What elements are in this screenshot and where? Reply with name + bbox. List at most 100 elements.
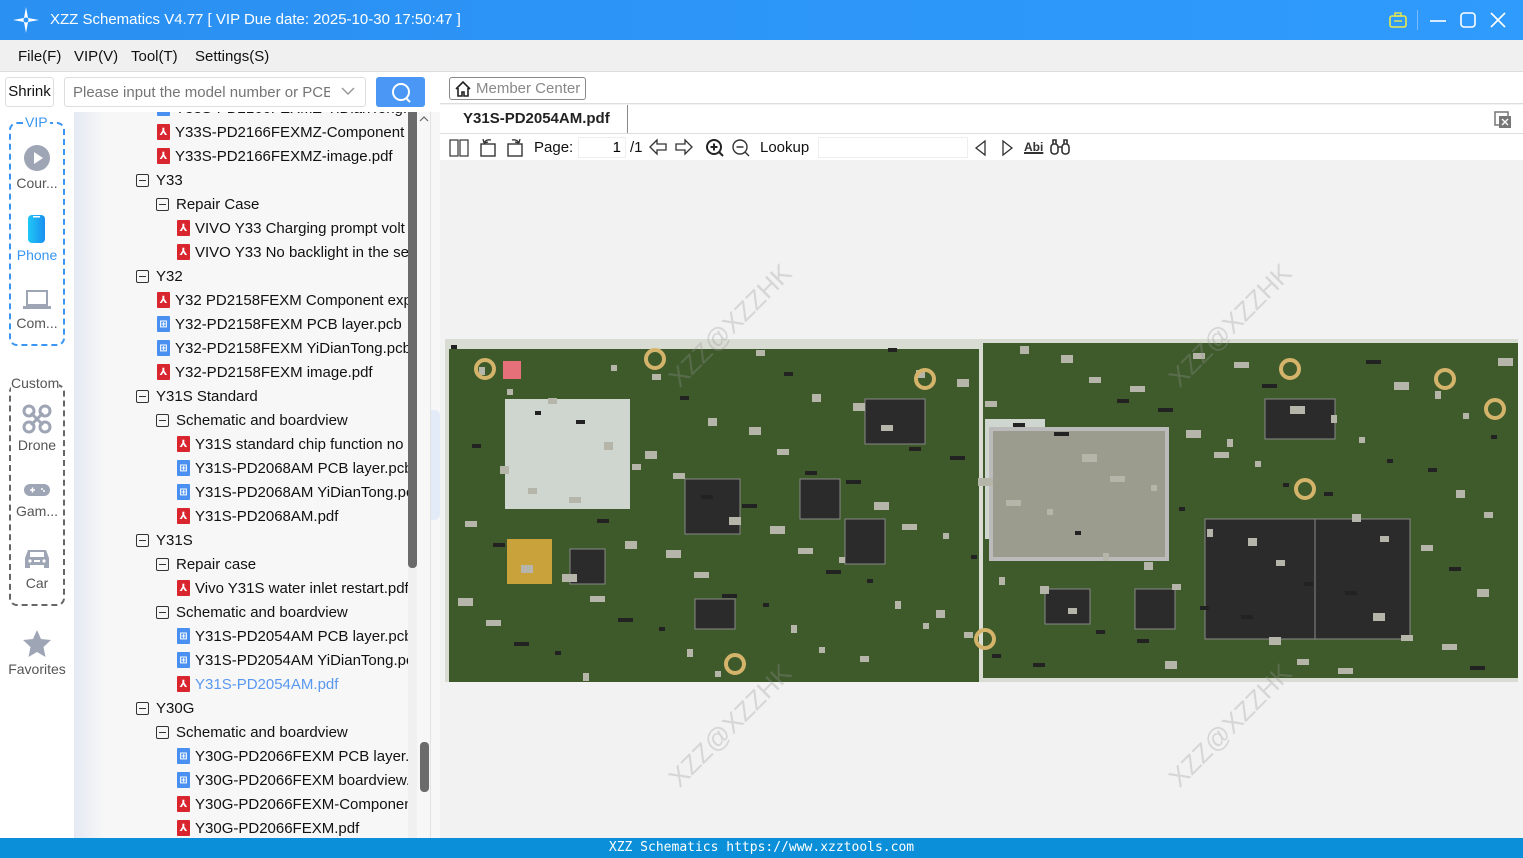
- scroll-up-icon[interactable]: [418, 114, 430, 124]
- tree-folder[interactable]: Y31S Standard: [136, 384, 408, 408]
- previous-page-icon[interactable]: [648, 138, 668, 156]
- collapse-icon[interactable]: [156, 605, 169, 619]
- zoom-out-icon[interactable]: [731, 138, 751, 158]
- find-previous-icon[interactable]: [973, 139, 989, 157]
- tree-folder[interactable]: Y33: [136, 168, 408, 192]
- zoom-in-icon[interactable]: [705, 138, 725, 158]
- close-tab-icon[interactable]: [1493, 110, 1513, 130]
- menu-tool[interactable]: Tool(T): [131, 48, 178, 65]
- tree-file[interactable]: ⅄ VIVO Y33 No backlight in the se: [177, 240, 408, 264]
- sidebar-item-games[interactable]: Gam...: [0, 480, 74, 519]
- member-center-button[interactable]: Member Center: [449, 77, 587, 100]
- maximize-button[interactable]: [1456, 8, 1480, 32]
- model-search-combobox[interactable]: [64, 77, 366, 107]
- find-next-icon[interactable]: [999, 139, 1015, 157]
- pdf-file-icon: ⅄: [177, 220, 190, 236]
- collapse-handle[interactable]: [431, 410, 440, 520]
- tree-folder[interactable]: Repair case: [156, 552, 408, 576]
- tree-file[interactable]: ⅄ Y31S-PD2054AM.pdf: [177, 672, 408, 696]
- tree-file[interactable]: ⊞ Y33S-PD2166FEXMZ-YiDianTong.p: [157, 112, 408, 120]
- tree-folder[interactable]: Schematic and boardview: [156, 600, 408, 624]
- sidebar-item-label: Car: [25, 575, 49, 591]
- tree-item-label: Y31S standard chip function no: [195, 435, 404, 453]
- collapse-icon[interactable]: [136, 269, 149, 283]
- vip-briefcase-button[interactable]: [1386, 8, 1410, 32]
- tree-file[interactable]: ⅄ Y31S-PD2068AM.pdf: [177, 504, 408, 528]
- search-input[interactable]: [65, 78, 330, 106]
- menu-vip[interactable]: VIP(V): [74, 48, 118, 65]
- tab-document[interactable]: Y31S-PD2054AM.pdf: [450, 105, 628, 133]
- rotate-left-icon[interactable]: [478, 137, 498, 157]
- tree-file[interactable]: ⅄ Y32-PD2158FEXM image.pdf: [157, 360, 408, 384]
- tree-folder[interactable]: Y30G: [136, 696, 408, 720]
- collapse-icon[interactable]: [156, 413, 169, 427]
- page-number-input[interactable]: [578, 137, 626, 158]
- tree-file[interactable]: ⅄ Y33S-PD2166FEXMZ-image.pdf: [157, 144, 408, 168]
- two-page-icon[interactable]: [449, 139, 469, 157]
- pdf-file-icon: ⅄: [177, 796, 190, 812]
- collapse-icon[interactable]: [136, 389, 149, 403]
- tree-item-label: Y30G-PD2066FEXM.pdf: [195, 819, 360, 837]
- tree-file[interactable]: ⊞ Y32-PD2158FEXM YiDianTong.pcb: [157, 336, 408, 360]
- sidebar-item-favorites[interactable]: Favorites: [0, 628, 74, 677]
- tree-file[interactable]: ⊞ Y31S-PD2054AM YiDianTong.pc: [177, 648, 408, 672]
- menu-file[interactable]: File(F): [18, 48, 61, 65]
- pcb-file-icon: ⊞: [157, 112, 170, 116]
- menu-settings[interactable]: Settings(S): [195, 48, 269, 65]
- tree-file[interactable]: ⅄ Y33S-PD2166FEXMZ-Component e: [157, 120, 408, 144]
- close-icon: [1490, 12, 1506, 28]
- tree-file[interactable]: ⅄ Y31S standard chip function no: [177, 432, 408, 456]
- collapse-icon[interactable]: [156, 197, 169, 211]
- next-page-icon[interactable]: [674, 138, 694, 156]
- tree-file[interactable]: ⅄ Vivo Y31S water inlet restart.pdf: [177, 576, 408, 600]
- tree-file[interactable]: ⅄ Y30G-PD2066FEXM-Componen: [177, 792, 408, 816]
- tree-file[interactable]: ⊞ Y31S-PD2068AM YiDianTong.pc: [177, 480, 408, 504]
- tree-file[interactable]: ⅄ Y30G-PD2066FEXM.pdf: [177, 816, 408, 838]
- sidebar-item-courses[interactable]: Cour...: [0, 144, 74, 191]
- lookup-input[interactable]: [818, 137, 968, 158]
- tree-scrollbar[interactable]: [408, 112, 417, 838]
- collapse-icon[interactable]: [136, 533, 149, 547]
- tree-file[interactable]: ⅄ VIVO Y33 Charging prompt volt: [177, 216, 408, 240]
- collapse-icon[interactable]: [156, 557, 169, 571]
- tree-folder[interactable]: Y32: [136, 264, 408, 288]
- outer-scrollbar-thumb[interactable]: [420, 742, 429, 792]
- tree-scrollbar-thumb[interactable]: [408, 112, 417, 568]
- collapse-icon[interactable]: [156, 725, 169, 739]
- tree-item-label: Y32: [156, 267, 183, 285]
- sidebar-item-phone[interactable]: Phone: [0, 214, 74, 263]
- tree-folder[interactable]: Y31S: [136, 528, 408, 552]
- match-case-button[interactable]: Abi: [1024, 140, 1043, 154]
- sidebar-item-drone[interactable]: Drone: [0, 404, 74, 453]
- splitter[interactable]: [430, 112, 440, 838]
- play-icon: [24, 145, 50, 171]
- tree-folder[interactable]: Schematic and boardview: [156, 720, 408, 744]
- sidebar-item-computer[interactable]: Com...: [0, 288, 74, 331]
- tree-file[interactable]: ⊞ Y31S-PD2054AM PCB layer.pcb: [177, 624, 408, 648]
- tree-folder[interactable]: Schematic and boardview: [156, 408, 408, 432]
- rotate-right-icon[interactable]: [505, 137, 525, 157]
- collapse-icon[interactable]: [136, 701, 149, 715]
- tree-item-label: Y31S-PD2054AM PCB layer.pcb: [195, 627, 408, 645]
- sidebar-item-car[interactable]: Car: [0, 546, 74, 591]
- tree-file[interactable]: ⊞ Y31S-PD2068AM PCB layer.pcb: [177, 456, 408, 480]
- chevron-down-icon[interactable]: [341, 86, 355, 96]
- tree-file[interactable]: ⊞ Y30G-PD2066FEXM boardview.p: [177, 768, 408, 792]
- search-button[interactable]: [376, 77, 425, 107]
- sidebar-item-label: Cour...: [16, 175, 58, 191]
- maximize-icon: [1460, 12, 1476, 28]
- close-button[interactable]: [1486, 8, 1510, 32]
- tree-folder[interactable]: Repair Case: [156, 192, 408, 216]
- pdf-file-icon: ⅄: [177, 436, 190, 452]
- binoculars-icon[interactable]: [1049, 138, 1071, 156]
- tree-item-label: Y31S: [156, 531, 193, 549]
- shrink-button[interactable]: Shrink: [5, 77, 54, 107]
- document-canvas[interactable]: XZZ@XZZHK XZZ@XZZHK XZZ@XZZHK XZZ@XZZHK: [440, 160, 1523, 838]
- tree-file[interactable]: ⊞ Y30G-PD2066FEXM PCB layer.pc: [177, 744, 408, 768]
- tree-file[interactable]: ⅄ Y32 PD2158FEXM Component exp: [157, 288, 408, 312]
- custom-label: Custom: [11, 375, 60, 391]
- collapse-icon[interactable]: [136, 173, 149, 187]
- tree-file[interactable]: ⊞ Y32-PD2158FEXM PCB layer.pcb: [157, 312, 408, 336]
- minimize-button[interactable]: [1426, 8, 1450, 32]
- search-icon: [391, 83, 411, 103]
